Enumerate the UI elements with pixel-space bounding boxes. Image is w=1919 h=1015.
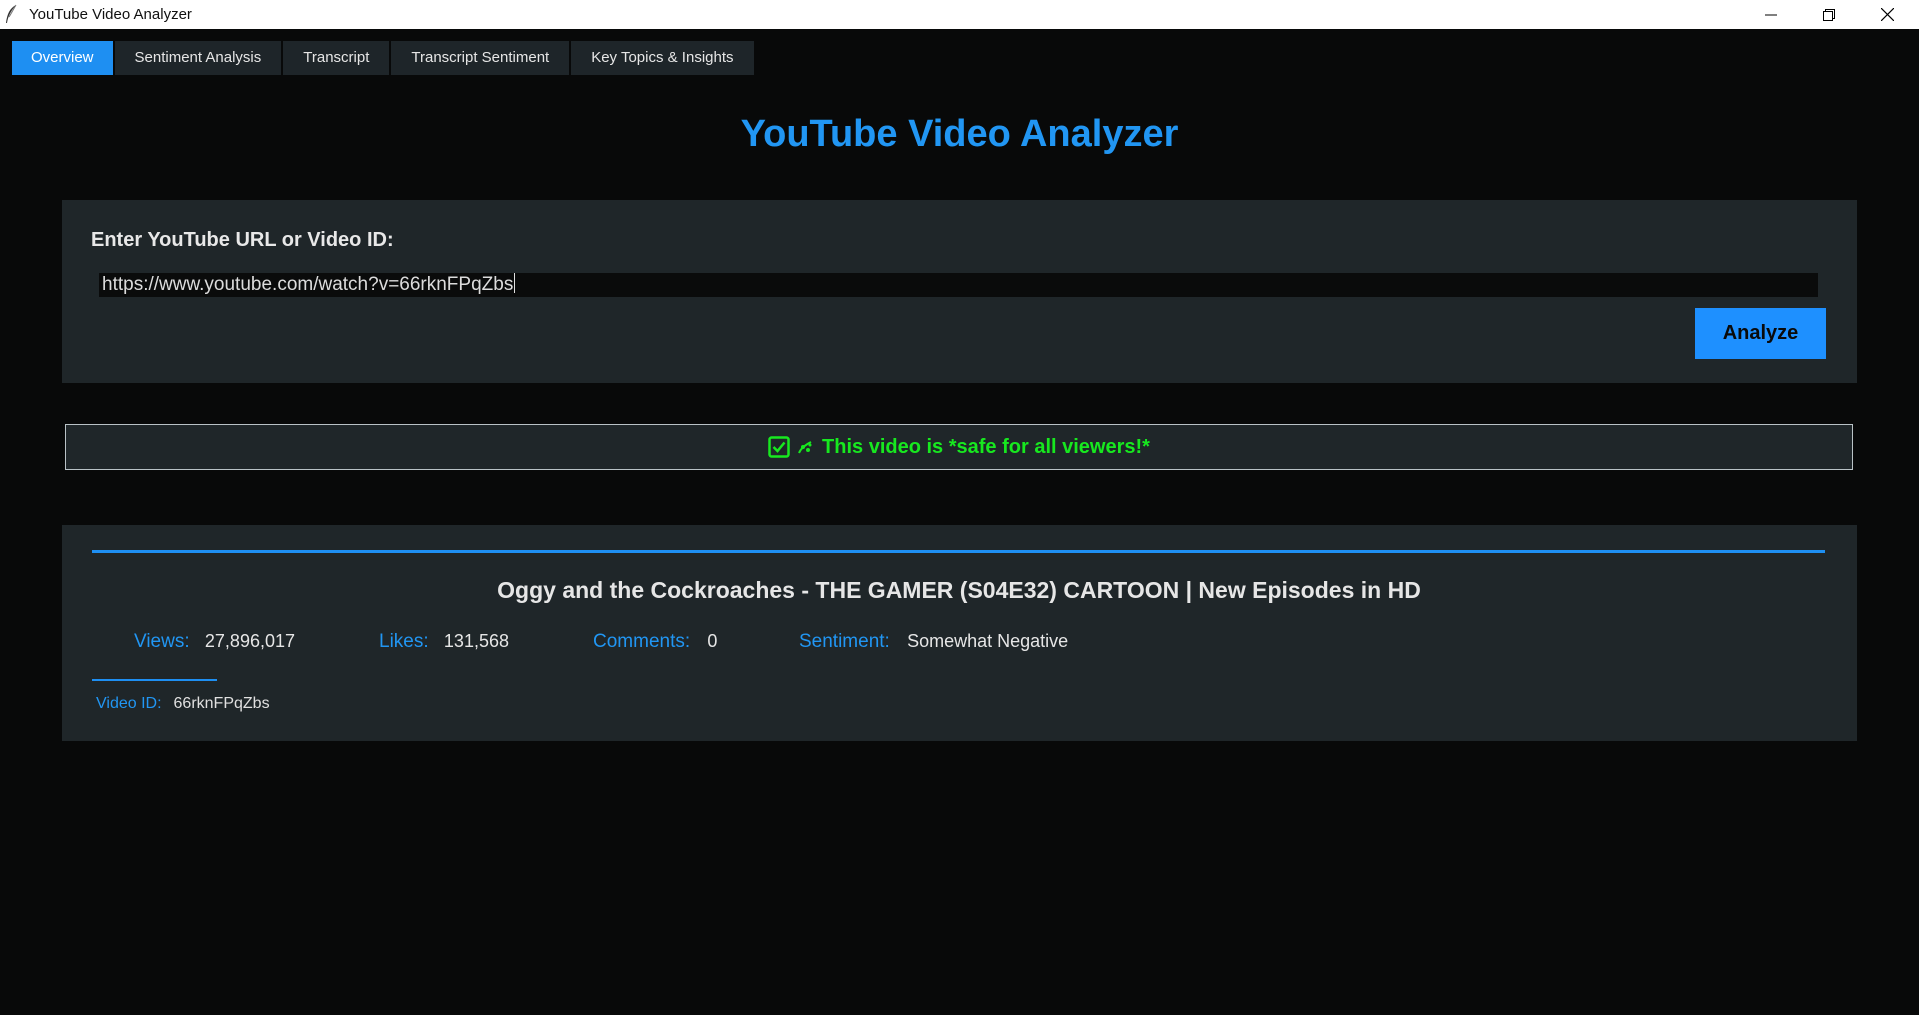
video-id-row: Video ID: 66rknFPqZbs: [96, 695, 270, 713]
tab-sentiment-analysis[interactable]: Sentiment Analysis: [114, 41, 282, 75]
video-info-panel: Oggy and the Cockroaches - THE GAMER (S0…: [62, 525, 1857, 741]
divider: [92, 679, 217, 681]
tab-bar: Overview Sentiment Analysis Transcript T…: [12, 41, 754, 75]
tab-key-topics[interactable]: Key Topics & Insights: [571, 41, 754, 75]
restore-icon: [1823, 8, 1835, 21]
views-label: Views:: [134, 631, 190, 652]
video-id-value: 66rknFPqZbs: [173, 695, 270, 712]
comments-value: 0: [707, 631, 718, 651]
sentiment-stat: Sentiment: Somewhat Negative: [799, 631, 1068, 653]
video-title: Oggy and the Cockroaches - THE GAMER (S0…: [497, 577, 1421, 603]
likes-stat: Likes: 131,568: [379, 631, 509, 653]
tab-transcript[interactable]: Transcript: [283, 41, 390, 75]
views-stat: Views: 27,896,017: [134, 631, 295, 653]
url-input[interactable]: https://www.youtube.com/watch?v=66rknFPq…: [99, 273, 1818, 297]
sparkle-icon: [798, 441, 812, 454]
tab-overview[interactable]: Overview: [12, 41, 113, 75]
window-title: YouTube Video Analyzer: [29, 6, 192, 23]
analyze-button[interactable]: Analyze: [1695, 308, 1826, 359]
title-bar: YouTube Video Analyzer: [0, 0, 1919, 29]
comments-label: Comments:: [593, 631, 691, 652]
close-icon: [1880, 8, 1894, 21]
divider: [92, 550, 1825, 553]
text-caret: [514, 273, 516, 293]
views-value: 27,896,017: [204, 631, 295, 651]
page-title: YouTube Video Analyzer: [740, 113, 1179, 155]
feather-icon: [6, 4, 17, 23]
tab-transcript-sentiment[interactable]: Transcript Sentiment: [391, 41, 570, 75]
restore-button[interactable]: [1800, 0, 1858, 29]
minimize-icon: [1765, 14, 1777, 15]
check-box-icon: [768, 436, 790, 458]
comments-stat: Comments: 0: [593, 631, 717, 653]
sentiment-label: Sentiment:: [799, 631, 890, 652]
url-label: Enter YouTube URL or Video ID:: [91, 229, 394, 251]
close-button[interactable]: [1858, 0, 1916, 29]
url-input-value: https://www.youtube.com/watch?v=66rknFPq…: [102, 274, 514, 295]
sentiment-value: Somewhat Negative: [907, 631, 1069, 651]
video-id-label: Video ID:: [96, 695, 162, 712]
url-input-panel: Enter YouTube URL or Video ID: https://w…: [62, 200, 1857, 383]
minimize-button[interactable]: [1742, 0, 1800, 29]
likes-value: 131,568: [443, 631, 509, 651]
safety-banner: This video is *safe for all viewers!*: [65, 424, 1853, 470]
likes-label: Likes:: [379, 631, 429, 652]
safety-message: This video is *safe for all viewers!*: [822, 435, 1150, 458]
